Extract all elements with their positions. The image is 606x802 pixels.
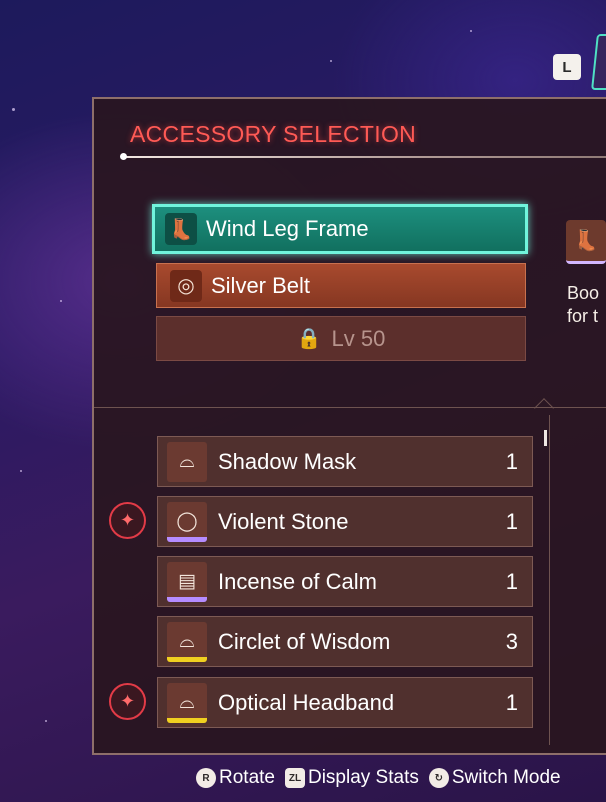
item-count: 3	[505, 628, 518, 654]
item-name: Optical Headband	[218, 689, 395, 715]
background-star	[470, 30, 472, 32]
item-name: Violent Stone	[218, 508, 349, 534]
background-star	[45, 720, 47, 722]
item-name: Circlet of Wisdom	[218, 628, 391, 654]
background-star	[60, 300, 62, 302]
section-divider	[94, 407, 606, 408]
switch-mode-icon: ↻	[428, 768, 449, 788]
list-item[interactable]: ⌓ Shadow Mask 1	[157, 436, 533, 487]
description-line-2: for t	[567, 306, 599, 326]
rotate-hint[interactable]: R Rotate	[196, 767, 275, 789]
item-count: 1	[505, 689, 518, 715]
item-count: 1	[505, 568, 518, 594]
rarity-bar	[167, 477, 207, 482]
item-description: Boo for t	[567, 282, 606, 328]
panel-title: ACCESSORY SELECTION	[130, 121, 417, 147]
headband-icon: ⌓	[167, 682, 207, 723]
hint-label: Display Stats	[307, 767, 419, 788]
list-separator	[549, 415, 550, 745]
display-stats-hint[interactable]: ZL Display Stats	[284, 767, 419, 789]
list-item[interactable]: ◯ Violent Stone 1	[157, 496, 533, 547]
item-name: Incense of Calm	[218, 568, 377, 594]
control-hints: R Rotate ZL Display Stats ↻ Switch Mode	[196, 764, 571, 792]
list-item[interactable]: ▤ Incense of Calm 1	[157, 556, 533, 607]
rarity-bar	[167, 596, 207, 602]
zl-button-icon: ZL	[284, 768, 305, 788]
rarity-bar	[167, 536, 207, 542]
hint-label: Rotate	[219, 767, 275, 788]
party-member-icon: ✦	[109, 683, 146, 720]
item-count: 1	[505, 508, 518, 534]
item-name: Shadow Mask	[218, 448, 357, 474]
item-count: 1	[505, 448, 518, 474]
scrollbar-thumb[interactable]	[544, 430, 547, 446]
boot-icon: 👢	[566, 220, 606, 264]
belt-icon: ◎	[170, 269, 202, 302]
rarity-bar	[167, 656, 207, 662]
incense-icon: ▤	[167, 561, 207, 602]
l-shoulder-button[interactable]: L	[553, 54, 581, 80]
boot-icon: 👢	[165, 213, 197, 245]
slot-label: Silver Belt	[211, 272, 311, 298]
headband-icon: ⌓	[167, 621, 207, 662]
list-item[interactable]: ⌓ Circlet of Wisdom 3	[157, 616, 533, 667]
description-line-1: Boo	[567, 283, 600, 303]
party-member-icon: ✦	[109, 502, 146, 539]
unlock-level: Lv 50	[331, 325, 386, 351]
background-star	[330, 60, 332, 62]
slot-label: Wind Leg Frame	[206, 216, 369, 241]
mask-icon: ⌓	[167, 441, 207, 482]
list-item[interactable]: ⌓ Optical Headband 1	[157, 677, 533, 728]
title-divider-dot	[120, 153, 127, 160]
equipped-slot-2[interactable]: ◎ Silver Belt	[156, 263, 526, 308]
character-tab[interactable]	[591, 34, 606, 90]
switch-mode-hint[interactable]: ↻ Switch Mode	[428, 767, 561, 789]
ring-icon: ◯	[167, 501, 207, 542]
r-stick-icon: R	[196, 768, 216, 788]
locked-slot: 🔒 Lv 50	[156, 316, 526, 361]
background-star	[20, 470, 22, 472]
background-star	[12, 108, 15, 111]
hint-label: Switch Mode	[451, 767, 561, 788]
title-divider	[122, 156, 606, 158]
equipped-slot-1[interactable]: 👢 Wind Leg Frame	[152, 204, 528, 254]
lock-icon: 🔒	[296, 328, 322, 350]
rarity-bar	[167, 717, 207, 723]
